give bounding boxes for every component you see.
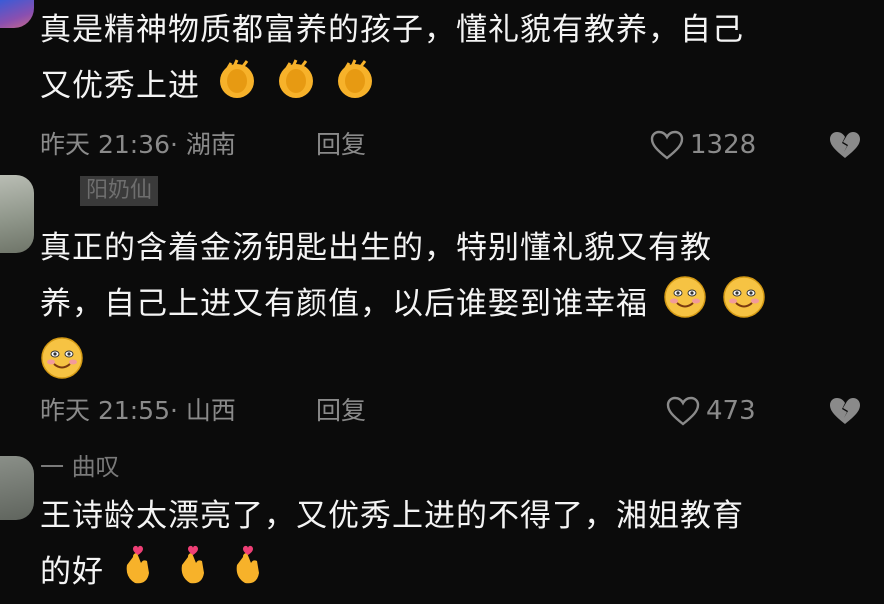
finger-heart-emoji-icon — [174, 543, 214, 604]
comment-line: 真是精神物质都富养的孩子，懂礼貌有教养，自己 — [40, 12, 744, 48]
comment-line — [40, 336, 860, 397]
broken-heart-icon[interactable] — [828, 394, 862, 428]
comment-location: · 湖南 — [170, 130, 236, 159]
comment-location: · 山西 — [170, 396, 236, 425]
broken-heart-icon[interactable] — [828, 128, 862, 162]
smiling-face-emoji-icon — [722, 275, 766, 336]
comment-line: 的好 — [40, 543, 860, 604]
clapping-hands-emoji-icon — [215, 57, 259, 118]
comment-line: 养，自己上进又有颜值，以后谁娶到谁幸福 — [40, 275, 860, 336]
like-count: 473 — [706, 396, 756, 426]
avatar[interactable] — [0, 456, 34, 520]
comment-time: 昨天 21:55 — [40, 396, 170, 425]
comment-line-text: 养，自己上进又有颜值，以后谁娶到谁幸福 — [40, 286, 648, 322]
comment-line: 王诗龄太漂亮了，又优秀上进的不得了，湘姐教育 — [40, 498, 744, 534]
clapping-hands-emoji-icon — [333, 57, 377, 118]
heart-icon — [650, 130, 684, 160]
like-button[interactable]: 1328 — [650, 128, 756, 162]
username[interactable]: 阳奶仙 — [80, 176, 159, 206]
smiling-face-emoji-icon — [663, 275, 707, 336]
comment-meta: 昨天 21:55· 山西 — [40, 394, 236, 428]
clapping-hands-emoji-icon — [274, 57, 318, 118]
avatar[interactable] — [0, 0, 34, 28]
smiling-face-emoji-icon — [40, 336, 84, 397]
username[interactable]: 一 曲叹 — [40, 452, 120, 482]
comment-meta: 昨天 21:36· 湖南 — [40, 128, 236, 162]
like-button[interactable]: 473 — [666, 394, 756, 428]
comment-body: 真正的含着金汤钥匙出生的，特别懂礼貌又有教 养，自己上进又有颜值，以后谁娶到谁幸… — [40, 222, 860, 397]
comment-line-text: 的好 — [40, 554, 104, 590]
comment-line-text: 又优秀上进 — [40, 68, 200, 104]
heart-icon — [666, 396, 700, 426]
finger-heart-emoji-icon — [119, 543, 159, 604]
comment-line: 又优秀上进 — [40, 57, 860, 118]
comment-body: 王诗龄太漂亮了，又优秀上进的不得了，湘姐教育 的好 — [40, 490, 860, 604]
comment-body: 真是精神物质都富养的孩子，懂礼貌有教养，自己 又优秀上进 — [40, 4, 860, 118]
finger-heart-emoji-icon — [229, 543, 269, 604]
reply-button[interactable]: 回复 — [316, 128, 366, 162]
comment-time: 昨天 21:36 — [40, 130, 170, 159]
comment-line: 真正的含着金汤钥匙出生的，特别懂礼貌又有教 — [40, 230, 712, 266]
like-count: 1328 — [690, 130, 757, 160]
avatar[interactable] — [0, 175, 34, 253]
reply-button[interactable]: 回复 — [316, 394, 366, 428]
